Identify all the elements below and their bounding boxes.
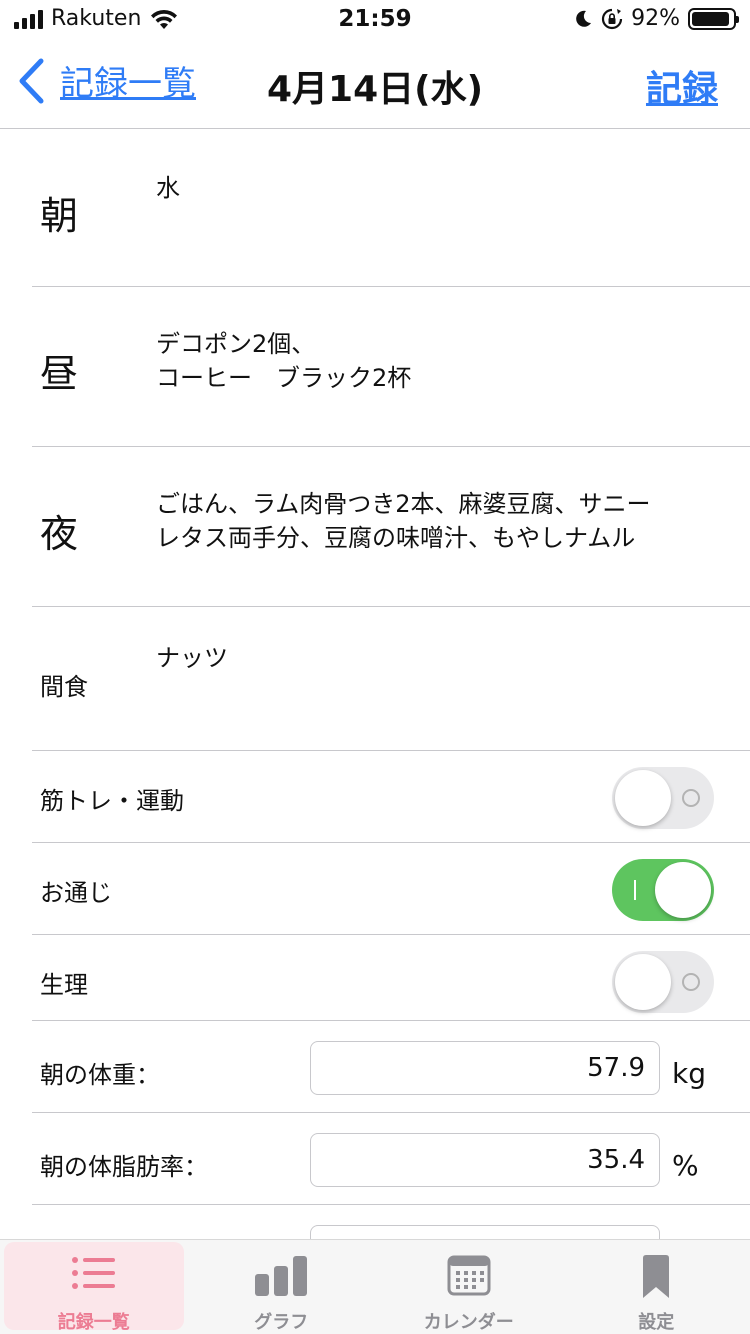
next-measurement-input[interactable] [310,1225,660,1239]
tab-label: カレンダー [423,1312,514,1333]
tab-calendar[interactable]: カレンダー [375,1240,563,1334]
meal-text: 水 [156,171,710,205]
meal-text-line: ごはん、ラム肉骨つき2本、麻婆豆腐、サニー [156,490,651,518]
meal-row-breakfast[interactable]: 朝 水 [32,129,750,287]
toggle-knob [655,862,711,918]
tab-label: 記録一覧 [57,1312,130,1333]
tab-record-list[interactable]: 記録一覧 [0,1240,188,1334]
tab-settings[interactable]: 設定 [563,1240,750,1334]
moon-icon [576,10,592,27]
bowel-movement-label: お通じ [40,879,112,907]
exercise-toggle[interactable] [612,767,714,829]
morning-body-fat-input[interactable]: 35.4 [310,1133,660,1187]
next-measurement-row [32,1205,750,1239]
status-right: 92% [573,6,739,31]
weight-unit: kg [672,1057,706,1090]
exercise-label: 筋トレ・運動 [40,787,184,815]
exercise-row: 筋トレ・運動 [32,751,750,843]
meal-label: 朝 [40,194,79,238]
toggle-off-icon [682,973,700,991]
battery-fill [692,11,729,26]
toggle-knob [615,954,671,1010]
morning-weight-input[interactable]: 57.9 [310,1041,660,1095]
battery-icon [688,7,739,30]
meal-row-lunch[interactable]: 昼 デコポン2個、 コーヒー ブラック2杯 [32,287,750,447]
back-button[interactable]: 記録一覧 [16,56,196,105]
bowel-movement-toggle[interactable] [612,859,714,921]
meal-label: 間食 [40,673,88,701]
meal-text-line: 水 [156,174,180,202]
toggle-off-icon [682,789,700,807]
meal-text: ナッツ [156,641,710,675]
chevron-left-icon [19,58,44,103]
meal-text: デコポン2個、 コーヒー ブラック2杯 [156,327,710,395]
meal-text-line: コーヒー ブラック2杯 [156,364,412,392]
record-form: 朝 水 昼 デコポン2個、 コーヒー ブラック2杯 夜 ごはん、ラム肉骨つき2本… [0,129,750,1239]
bookmark-icon [643,1255,670,1298]
period-toggle[interactable] [612,951,714,1013]
morning-weight-row: 朝の体重： 57.9 kg [32,1021,750,1113]
morning-weight-label: 朝の体重： [40,1061,160,1089]
meal-text-line: デコポン2個、 [156,330,316,358]
calendar-icon [447,1255,491,1296]
bar-chart-icon [255,1256,308,1296]
record-button[interactable]: 記録 [646,60,718,112]
meal-label: 昼 [40,352,79,396]
period-row: 生理 [32,935,750,1021]
orientation-lock-icon [602,8,623,29]
meal-text: ごはん、ラム肉骨つき2本、麻婆豆腐、サニー レタス両手分、豆腐の味噌汁、もやしナ… [156,487,710,555]
battery-percent: 92% [631,6,680,31]
tab-label: 設定 [638,1312,675,1333]
tab-bar: 記録一覧 グラフ カレンダー 設定 [0,1239,750,1334]
navigation-bar: 記録一覧 4月14日(水) 記録 [0,40,750,129]
meal-row-snack[interactable]: 間食 ナッツ [32,607,750,751]
toggle-on-icon [634,880,636,900]
back-button-label: 記録一覧 [60,64,196,104]
bowel-movement-row: お通じ [32,843,750,935]
tab-graph[interactable]: グラフ [188,1240,376,1334]
status-bar: Rakuten 21:59 92% [0,0,750,40]
meal-row-dinner[interactable]: 夜 ごはん、ラム肉骨つき2本、麻婆豆腐、サニー レタス両手分、豆腐の味噌汁、もや… [32,447,750,607]
period-label: 生理 [40,971,88,999]
tab-label: グラフ [254,1312,309,1333]
meal-text-line: レタス両手分、豆腐の味噌汁、もやしナムル [156,524,636,552]
toggle-knob [615,770,671,826]
meal-label: 夜 [40,512,79,556]
meal-text-line: ナッツ [156,644,228,672]
list-icon [71,1257,115,1289]
morning-body-fat-label: 朝の体脂肪率： [40,1153,208,1181]
morning-body-fat-row: 朝の体脂肪率： 35.4 % [32,1113,750,1205]
body-fat-unit: % [672,1149,699,1182]
